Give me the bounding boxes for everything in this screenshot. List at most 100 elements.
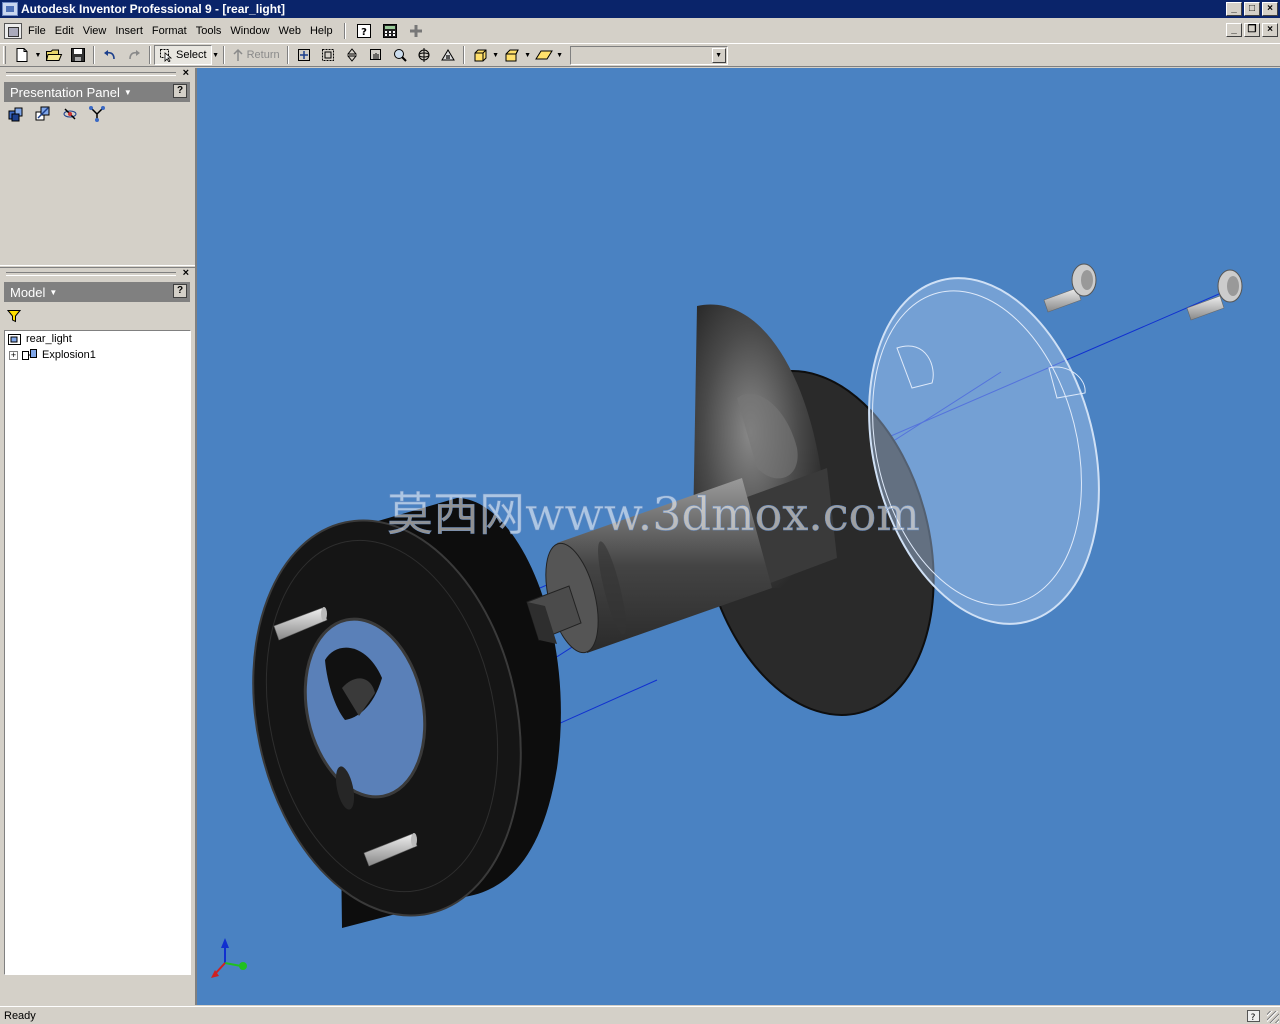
return-arrow-icon <box>233 48 243 61</box>
svg-text:?: ? <box>1251 1013 1256 1023</box>
menu-web[interactable]: Web <box>276 22 307 40</box>
watermark-text: 莫西网www.3dmox.com <box>387 487 920 541</box>
model-panel-grip[interactable]: × <box>2 267 192 281</box>
panel-splitter[interactable] <box>0 265 195 268</box>
menu-window[interactable]: Window <box>227 22 275 40</box>
standard-toolbar: ▼ Select ▼ Return ▼ ▼ ▼ ▼ <box>0 43 1280 67</box>
doc-restore-button[interactable]: ❐ <box>1244 23 1260 37</box>
look-at-icon <box>440 49 455 61</box>
help-icon[interactable]: ? <box>173 84 187 98</box>
new-file-icon <box>16 48 28 62</box>
screw-part <box>1186 269 1243 321</box>
title-bar: Autodesk Inventor Professional 9 - [rear… <box>0 0 1280 18</box>
menu-edit[interactable]: Edit <box>52 22 80 40</box>
zoom-selected-button[interactable] <box>388 44 412 66</box>
pan-hand-icon <box>369 49 381 60</box>
camera-mode-dropdown[interactable]: ▼ <box>524 44 532 66</box>
animate-icon[interactable] <box>87 105 106 123</box>
minimize-button[interactable]: _ <box>1226 2 1242 16</box>
zoom-updown-icon <box>346 48 357 62</box>
shadow-plane-icon <box>534 50 553 60</box>
toolbar-separator <box>222 46 225 64</box>
zoom-all-icon <box>297 49 310 61</box>
menu-file[interactable]: File <box>25 22 52 40</box>
toolbar-separator <box>462 46 465 64</box>
close-button[interactable]: × <box>1262 2 1278 16</box>
tweak-components-icon[interactable] <box>33 105 52 123</box>
chevron-down-icon[interactable]: ▼ <box>711 47 726 63</box>
maximize-button[interactable]: □ <box>1244 2 1260 16</box>
zoom-button[interactable] <box>340 44 364 66</box>
return-label: Return <box>246 49 280 61</box>
new-file-button[interactable] <box>10 44 34 66</box>
style-combo[interactable]: ▼ <box>569 45 728 65</box>
status-help-icon[interactable]: ? <box>1246 1009 1262 1023</box>
document-icon[interactable] <box>4 23 22 39</box>
select-button[interactable]: Select <box>154 45 212 65</box>
zoom-window-button[interactable] <box>316 44 340 66</box>
tree-node-root[interactable]: rear_light <box>7 331 72 347</box>
graphics-viewport[interactable]: 莫西网www.3dmox.com <box>195 68 1280 1005</box>
select-dropdown[interactable]: ▼ <box>212 44 220 66</box>
menu-help[interactable]: Help <box>307 22 339 40</box>
tree-node-label: Explosion1 <box>42 349 96 361</box>
model-panel-header[interactable]: Model ▼ ? <box>4 282 190 302</box>
return-button[interactable]: Return <box>228 45 284 65</box>
zoom-all-button[interactable] <box>292 44 316 66</box>
display-mode-button[interactable] <box>468 44 492 66</box>
presentation-panel-grip[interactable]: × <box>2 67 192 81</box>
toolbar-separator <box>149 46 151 64</box>
calculator-icon[interactable] <box>381 23 399 39</box>
window-title: Autodesk Inventor Professional 9 - [rear… <box>21 2 286 16</box>
explosion-icon <box>22 349 37 360</box>
base-ring-part <box>252 498 561 928</box>
filter-icon[interactable] <box>6 309 22 326</box>
shaded-display-icon <box>474 49 487 62</box>
resize-grip[interactable] <box>1267 1011 1279 1023</box>
open-button[interactable] <box>42 44 66 66</box>
save-disk-icon <box>71 48 85 62</box>
status-text: Ready <box>4 1009 36 1022</box>
help-topics-icon[interactable]: ? <box>355 23 373 39</box>
display-mode-dropdown[interactable]: ▼ <box>492 44 500 66</box>
save-button[interactable] <box>66 44 90 66</box>
document-window-controls: _ ❐ × <box>1226 23 1278 37</box>
presentation-panel-header[interactable]: Presentation Panel ▼ ? <box>4 82 190 102</box>
rotate-button[interactable] <box>412 44 436 66</box>
menu-view[interactable]: View <box>80 22 113 40</box>
redo-button[interactable] <box>122 44 146 66</box>
close-panel-icon[interactable]: × <box>183 67 189 79</box>
grip-lines <box>6 72 176 76</box>
doc-close-button[interactable]: × <box>1262 23 1278 37</box>
exploded-assembly-view[interactable]: 莫西网www.3dmox.com <box>197 68 1280 1005</box>
add-icon[interactable] <box>407 23 425 39</box>
model-panel-title: Model <box>10 284 46 300</box>
new-file-dropdown[interactable]: ▼ <box>34 44 42 66</box>
svg-text:?: ? <box>361 27 367 38</box>
look-at-button[interactable] <box>436 44 460 66</box>
help-icon[interactable]: ? <box>173 284 187 298</box>
precise-view-rotation-icon[interactable] <box>60 105 79 123</box>
menu-tools[interactable]: Tools <box>193 22 228 40</box>
expand-plus-icon[interactable]: + <box>9 350 18 360</box>
status-bar: Ready ? <box>0 1006 1280 1024</box>
presentation-file-icon <box>8 334 21 345</box>
tree-node-explosion[interactable]: + Explosion1 <box>9 347 96 363</box>
menu-separator <box>343 23 346 39</box>
camera-mode-button[interactable] <box>500 44 524 66</box>
ground-shadow-button[interactable] <box>532 44 556 66</box>
ground-shadow-dropdown[interactable]: ▼ <box>556 44 564 66</box>
doc-minimize-button[interactable]: _ <box>1226 23 1242 37</box>
toolbar-separator <box>93 46 95 64</box>
perspective-camera-icon <box>505 49 519 62</box>
pan-button[interactable] <box>364 44 388 66</box>
inventor-app-icon[interactable] <box>2 2 18 16</box>
undo-icon <box>104 50 115 60</box>
create-view-icon[interactable] <box>6 105 25 123</box>
undo-button[interactable] <box>98 44 122 66</box>
toolbar-grip[interactable] <box>3 46 6 64</box>
menu-bar: File Edit View Insert Format Tools Windo… <box>0 20 1280 42</box>
menu-insert[interactable]: Insert <box>112 22 149 40</box>
close-panel-icon[interactable]: × <box>183 267 189 279</box>
menu-format[interactable]: Format <box>149 22 193 40</box>
